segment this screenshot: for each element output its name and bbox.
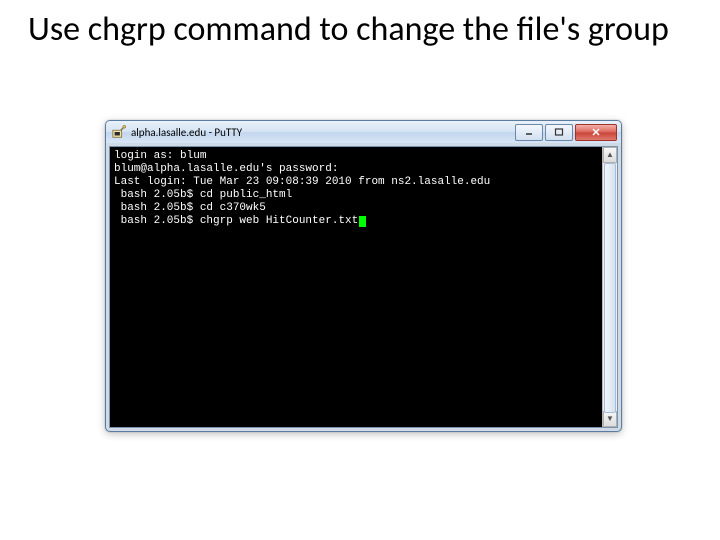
terminal-line: Last login: Tue Mar 23 09:08:39 2010 fro… [114, 176, 490, 188]
terminal-line: bash 2.05b$ cd c370wk5 [114, 202, 266, 214]
scroll-up-button[interactable]: ▲ [603, 147, 617, 163]
terminal-line: blum@alpha.lasalle.edu's password: [114, 163, 338, 175]
scroll-thumb[interactable] [604, 163, 616, 413]
putty-icon [112, 125, 126, 139]
putty-window: alpha.lasalle.edu - PuTTY login as: blum… [105, 120, 622, 432]
minimize-button[interactable] [515, 124, 543, 141]
terminal-area: login as: blum blum@alpha.lasalle.edu's … [109, 146, 618, 428]
window-buttons [513, 124, 617, 141]
scroll-down-button[interactable]: ▼ [603, 411, 617, 427]
slide-title: Use chgrp command to change the file's g… [28, 10, 680, 49]
scroll-track[interactable] [603, 163, 617, 411]
scrollbar[interactable]: ▲ ▼ [602, 147, 617, 427]
maximize-button[interactable] [545, 124, 573, 141]
window-title-text: alpha.lasalle.edu - PuTTY [131, 126, 513, 139]
terminal-line: login as: blum [114, 150, 206, 162]
terminal-content[interactable]: login as: blum blum@alpha.lasalle.edu's … [110, 147, 603, 427]
terminal-cursor [359, 216, 366, 227]
slide: Use chgrp command to change the file's g… [0, 0, 720, 540]
terminal-line: bash 2.05b$ chgrp web HitCounter.txt [114, 215, 358, 227]
window-titlebar[interactable]: alpha.lasalle.edu - PuTTY [106, 121, 621, 143]
close-button[interactable] [575, 124, 617, 141]
terminal-line: bash 2.05b$ cd public_html [114, 189, 292, 201]
chevron-down-icon: ▼ [606, 415, 614, 423]
chevron-up-icon: ▲ [606, 151, 614, 159]
